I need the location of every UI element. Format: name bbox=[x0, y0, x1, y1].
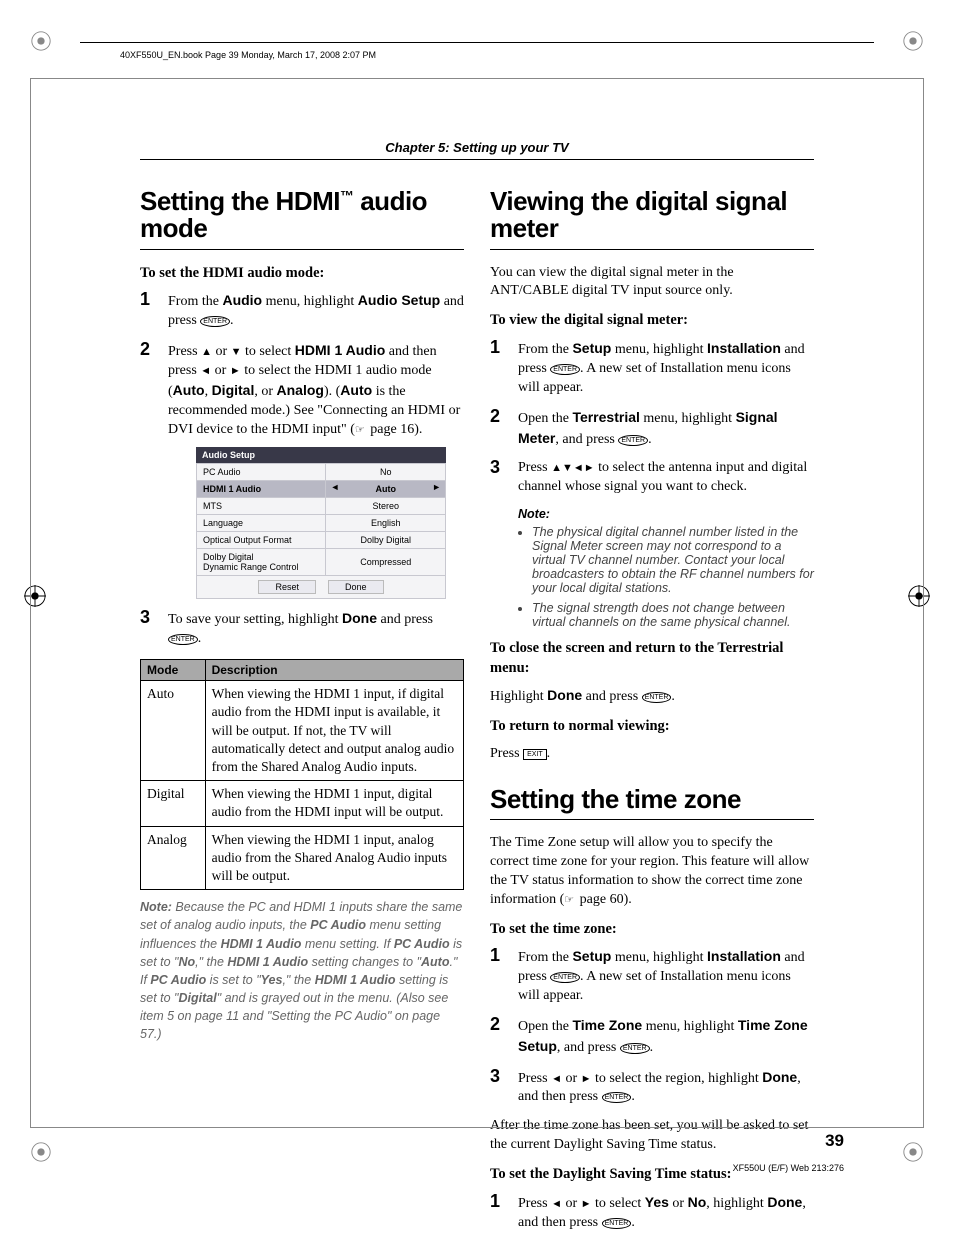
close-instruction: Highlight Done and press ENTER. bbox=[490, 686, 814, 707]
heading-time-zone: Setting the time zone bbox=[490, 786, 814, 813]
exit-icon: EXIT bbox=[523, 749, 547, 760]
menu-row: MTSStereo bbox=[197, 498, 446, 515]
down-icon: ▼ bbox=[231, 346, 242, 358]
crop-mark-icon bbox=[908, 585, 930, 607]
enter-icon: ENTER bbox=[168, 634, 198, 645]
subhead-set-hdmi: To set the HDMI audio mode: bbox=[140, 264, 464, 284]
page-ref-icon: ☞ bbox=[355, 423, 365, 438]
tz-after: After the time zone has been set, you wi… bbox=[490, 1117, 814, 1155]
menu-title: Audio Setup bbox=[196, 447, 446, 463]
up-icon: ▲ bbox=[551, 462, 562, 474]
crop-mark-icon bbox=[902, 1141, 924, 1163]
left-icon: ◄ bbox=[551, 1198, 562, 1210]
crop-mark-icon bbox=[30, 30, 52, 52]
step-1: From the Setup menu, highlight Installat… bbox=[490, 339, 814, 398]
enter-icon: ENTER bbox=[550, 972, 580, 983]
down-icon: ▼ bbox=[562, 462, 573, 474]
return-instruction: Press EXIT. bbox=[490, 745, 814, 764]
menu-row: Optical Output FormatDolby Digital bbox=[197, 532, 446, 549]
step-3: Press ▲▼◄► to select the antenna input a… bbox=[490, 459, 814, 497]
tz-intro: The Time Zone setup will allow you to sp… bbox=[490, 834, 814, 910]
note-list: The physical digital channel number list… bbox=[518, 525, 814, 629]
step-2: Open the Terrestrial menu, highlight Sig… bbox=[490, 408, 814, 450]
crop-mark-icon bbox=[902, 30, 924, 52]
left-icon: ◄ bbox=[200, 365, 211, 377]
signal-intro: You can view the digital signal meter in… bbox=[490, 264, 814, 302]
heading-hdmi-audio: Setting the HDMI™ audio mode bbox=[140, 188, 464, 243]
menu-row-selected: HDMI 1 Audio◄Auto► bbox=[197, 481, 446, 498]
subhead-return-normal: To return to normal viewing: bbox=[490, 717, 814, 737]
left-column: Setting the HDMI™ audio mode To set the … bbox=[140, 188, 464, 1242]
step-1: From the Setup menu, highlight Installat… bbox=[490, 947, 814, 1006]
right-icon: ► bbox=[584, 462, 595, 474]
heading-rule bbox=[140, 249, 464, 250]
right-icon: ► bbox=[581, 1073, 592, 1085]
menu-row: PC AudioNo bbox=[197, 464, 446, 481]
mode-table: ModeDescription AutoWhen viewing the HDM… bbox=[140, 659, 464, 890]
enter-icon: ENTER bbox=[642, 692, 672, 703]
up-icon: ▲ bbox=[201, 346, 212, 358]
crop-mark-icon bbox=[30, 1141, 52, 1163]
menu-row: LanguageEnglish bbox=[197, 515, 446, 532]
menu-row: Dolby Digital Dynamic Range ControlCompr… bbox=[197, 549, 446, 576]
subhead-set-tz: To set the time zone: bbox=[490, 920, 814, 940]
note-pc-audio: Note: Because the PC and HDMI 1 inputs s… bbox=[140, 898, 464, 1043]
step-2: Press ▲ or ▼ to select HDMI 1 Audio and … bbox=[140, 341, 464, 599]
enter-icon: ENTER bbox=[620, 1043, 650, 1054]
subhead-close-screen: To close the screen and return to the Te… bbox=[490, 639, 814, 678]
subhead-view-signal: To view the digital signal meter: bbox=[490, 311, 814, 331]
right-icon: ► bbox=[230, 365, 241, 377]
book-tag: 40XF550U_EN.book Page 39 Monday, March 1… bbox=[120, 50, 376, 60]
enter-icon: ENTER bbox=[602, 1092, 632, 1103]
done-button: Done bbox=[328, 580, 384, 594]
page-number: 39 bbox=[825, 1131, 844, 1151]
step-1: Press ◄ or ► to select Yes or No, highli… bbox=[490, 1193, 814, 1233]
left-icon: ◄ bbox=[573, 462, 584, 474]
note-label: Note: bbox=[518, 507, 814, 521]
chapter-title: Chapter 5: Setting up your TV bbox=[40, 140, 914, 155]
left-icon: ◄ bbox=[551, 1073, 562, 1085]
right-column: Viewing the digital signal meter You can… bbox=[490, 188, 814, 1242]
step-3: Press ◄ or ► to select the region, highl… bbox=[490, 1068, 814, 1108]
step-1: From the Audio menu, highlight Audio Set… bbox=[140, 291, 464, 331]
right-icon: ► bbox=[581, 1198, 592, 1210]
footer-code: XF550U (E/F) Web 213:276 bbox=[733, 1163, 844, 1173]
enter-icon: ENTER bbox=[200, 316, 230, 327]
crop-mark-icon bbox=[24, 585, 46, 607]
right-icon: ► bbox=[432, 483, 441, 492]
page-ref-icon: ☞ bbox=[564, 893, 574, 908]
step-2: Open the Time Zone menu, highlight Time … bbox=[490, 1016, 814, 1058]
page: 40XF550U_EN.book Page 39 Monday, March 1… bbox=[0, 0, 954, 1193]
heading-rule bbox=[490, 819, 814, 820]
heading-rule bbox=[490, 249, 814, 250]
enter-icon: ENTER bbox=[602, 1218, 632, 1229]
left-icon: ◄ bbox=[330, 483, 339, 492]
chapter-rule bbox=[140, 159, 814, 160]
step-3: To save your setting, highlight Done and… bbox=[140, 609, 464, 649]
reset-button: Reset bbox=[258, 580, 316, 594]
heading-signal-meter: Viewing the digital signal meter bbox=[490, 188, 814, 243]
header-rule bbox=[80, 42, 874, 43]
enter-icon: ENTER bbox=[550, 364, 580, 375]
audio-setup-menu: Audio Setup PC AudioNo HDMI 1 Audio◄Auto… bbox=[196, 447, 446, 599]
enter-icon: ENTER bbox=[618, 435, 648, 446]
